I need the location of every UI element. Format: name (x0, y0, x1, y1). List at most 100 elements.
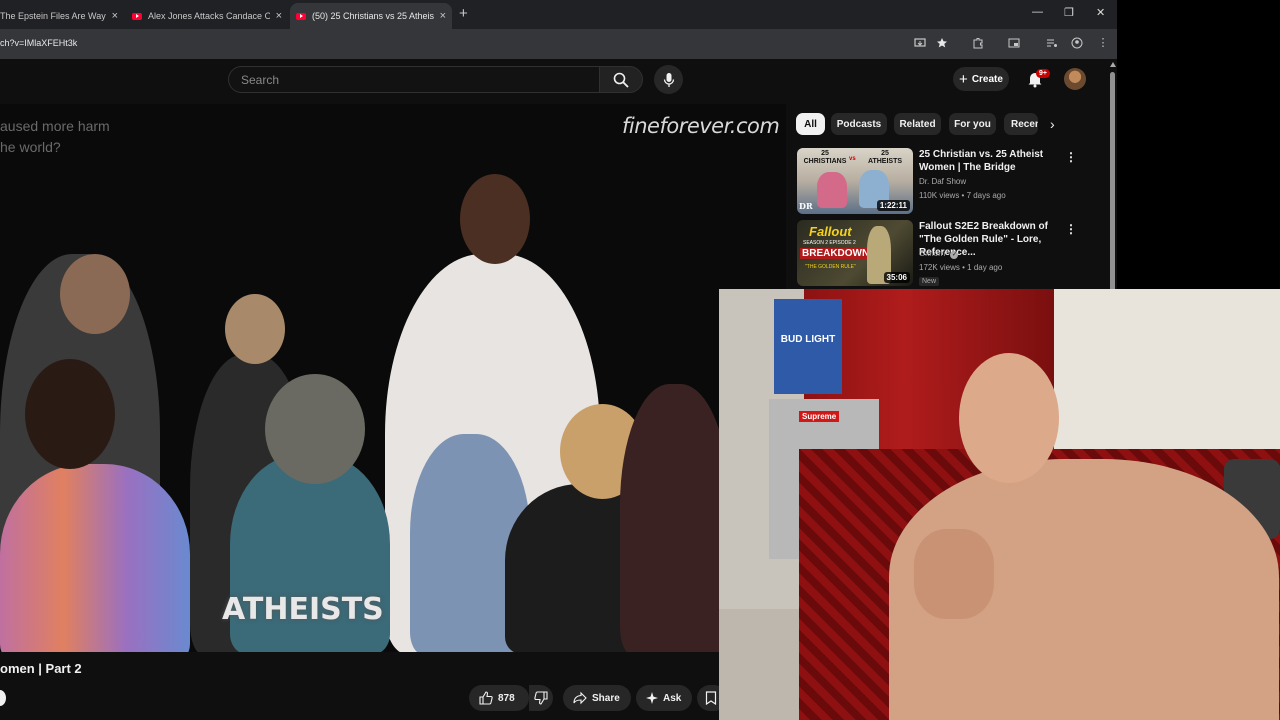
webcam-overlay: BUD LIGHT Supreme (719, 289, 1280, 720)
chip-scroll-right-icon[interactable]: › (1050, 116, 1055, 132)
cam-person-hand (914, 529, 994, 619)
tab-3-active[interactable]: (50) 25 Christians vs 25 Atheist × (290, 3, 452, 29)
cam-box: BUD LIGHT (774, 299, 842, 394)
thumb-vs-text: vs (849, 156, 856, 162)
cam-sticker: Supreme (799, 411, 840, 422)
ask-label: Ask (663, 692, 682, 704)
cam-person-head (959, 353, 1059, 483)
more-options-icon[interactable]: ⋮ (1065, 222, 1077, 236)
video-title: omen | Part 2 (0, 661, 82, 676)
maximize-button[interactable]: ❐ (1064, 6, 1074, 19)
question-line-2: he world? (0, 139, 61, 155)
audience-figure (25, 359, 115, 469)
video-caption: ATHEISTS (222, 592, 384, 627)
media-controls-icon[interactable] (1046, 37, 1058, 49)
like-button[interactable]: 878 (469, 685, 529, 711)
new-tab-button[interactable]: + (459, 5, 468, 22)
url-text[interactable]: ch?v=IMlaXFEHt3k (0, 38, 77, 48)
screen: The Epstein Files Are Way W × Alex Jones… (0, 0, 1280, 720)
audience-figure (265, 374, 365, 484)
save-bookmark-icon (705, 691, 717, 705)
tab-2[interactable]: Alex Jones Attacks Candace Ow × (126, 3, 288, 29)
standing-speaker-head (460, 174, 530, 264)
verified-check-icon: ✓ (950, 251, 959, 259)
thumb-breakdown-text: BREAKDOWN (800, 248, 872, 259)
ask-button[interactable]: Ask (636, 685, 692, 711)
tab-strip: The Epstein Files Are Way W × Alex Jones… (0, 0, 1117, 29)
video-duration: 35:06 (883, 272, 910, 283)
recommendation-channel[interactable]: Oxhorn ✓ (919, 249, 959, 259)
question-line-1: aused more harm (0, 118, 110, 134)
chrome-menu-icon[interactable]: ⋮ (1097, 37, 1109, 49)
channel-avatar[interactable] (0, 690, 6, 706)
install-app-icon[interactable] (914, 37, 926, 49)
scroll-up-arrow-icon[interactable] (1110, 62, 1116, 67)
create-button[interactable]: + Create (953, 67, 1009, 91)
video-thumbnail[interactable]: Fallout SEASON 2 EPISODE 2 BREAKDOWN "TH… (797, 220, 913, 286)
thumb-logo: DR (799, 201, 813, 211)
recommendation-meta: 110K views • 7 days ago (919, 191, 1006, 200)
like-count: 878 (498, 692, 515, 704)
audience-figure (225, 294, 285, 364)
dislike-button[interactable] (529, 685, 553, 711)
tab-1-title: The Epstein Files Are Way W (0, 11, 106, 21)
recommendation-channel[interactable]: Dr. Daf Show (919, 177, 966, 186)
tab-3-title: (50) 25 Christians vs 25 Atheist (312, 11, 434, 21)
recommendation-item[interactable]: 25 CHRISTIANS vs 25 ATHEISTS DR 1:22:11 … (797, 148, 1087, 214)
cam-wall (1054, 289, 1280, 459)
youtube-favicon-icon (296, 12, 306, 20)
voice-search-button[interactable] (654, 65, 683, 94)
tab-3-close-icon[interactable]: × (440, 10, 446, 22)
more-options-icon[interactable]: ⋮ (1065, 150, 1077, 164)
bookmark-star-icon[interactable] (936, 37, 948, 49)
search-box[interactable] (228, 66, 600, 93)
thumb-fallout-text: Fallout (809, 224, 852, 239)
thumb-season-text: SEASON 2 EPISODE 2 (803, 240, 856, 246)
chip-for-you[interactable]: For you (949, 113, 996, 135)
plus-icon: + (959, 70, 968, 88)
video-thumbnail[interactable]: 25 CHRISTIANS vs 25 ATHEISTS DR 1:22:11 (797, 148, 913, 214)
search-icon (613, 72, 629, 88)
chip-podcasts[interactable]: Podcasts (831, 113, 887, 135)
thumb-figure (817, 172, 847, 208)
tab-2-close-icon[interactable]: × (276, 10, 282, 22)
share-label: Share (592, 692, 620, 704)
extensions-icon[interactable] (972, 37, 984, 49)
channel-name: Oxhorn (919, 249, 946, 258)
share-button[interactable]: Share (563, 685, 631, 711)
chip-all[interactable]: All (796, 113, 825, 135)
video-player[interactable]: aused more harm he world? fineforever.co… (0, 104, 786, 652)
audience-figure (0, 464, 190, 652)
profile-icon[interactable] (1071, 37, 1083, 49)
question-overlay: aused more harm he world? (0, 116, 110, 158)
recommendation-meta: 172K views • 1 day ago (919, 263, 1003, 272)
video-duration: 1:22:11 (876, 200, 910, 211)
cam-box-label: BUD LIGHT (780, 334, 836, 345)
microphone-icon (663, 72, 674, 87)
account-avatar[interactable] (1064, 68, 1086, 90)
address-bar[interactable]: ch?v=IMlaXFEHt3k (0, 29, 1117, 59)
thumbs-down-icon (534, 691, 548, 705)
chip-recent[interactable]: Recen (1004, 113, 1038, 135)
new-badge: New (919, 277, 940, 286)
recommendation-title[interactable]: 25 Christian vs. 25 Atheist Women | The … (919, 148, 1061, 174)
create-label: Create (971, 73, 1003, 85)
sparkle-icon (646, 692, 658, 704)
minimize-button[interactable]: — (1032, 6, 1043, 18)
cast-icon[interactable] (1008, 37, 1020, 49)
search-button[interactable] (599, 66, 643, 93)
thumb-left-text: 25 CHRISTIANS (803, 150, 847, 165)
thumb-right-text: 25 ATHEISTS (867, 150, 903, 165)
tab-1[interactable]: The Epstein Files Are Way W × (0, 3, 124, 29)
thumbs-up-icon (479, 691, 493, 705)
audience-figure (620, 384, 730, 652)
chip-related[interactable]: Related (894, 113, 941, 135)
video-watermark: fineforever.com (622, 114, 780, 138)
search-input[interactable] (229, 67, 599, 92)
recommendation-item[interactable]: Fallout SEASON 2 EPISODE 2 BREAKDOWN "TH… (797, 220, 1087, 288)
tab-2-title: Alex Jones Attacks Candace Ow (148, 11, 270, 21)
share-icon (573, 691, 587, 705)
close-window-button[interactable]: ✕ (1096, 6, 1105, 19)
tab-1-close-icon[interactable]: × (112, 10, 118, 22)
audience-figure (60, 254, 130, 334)
